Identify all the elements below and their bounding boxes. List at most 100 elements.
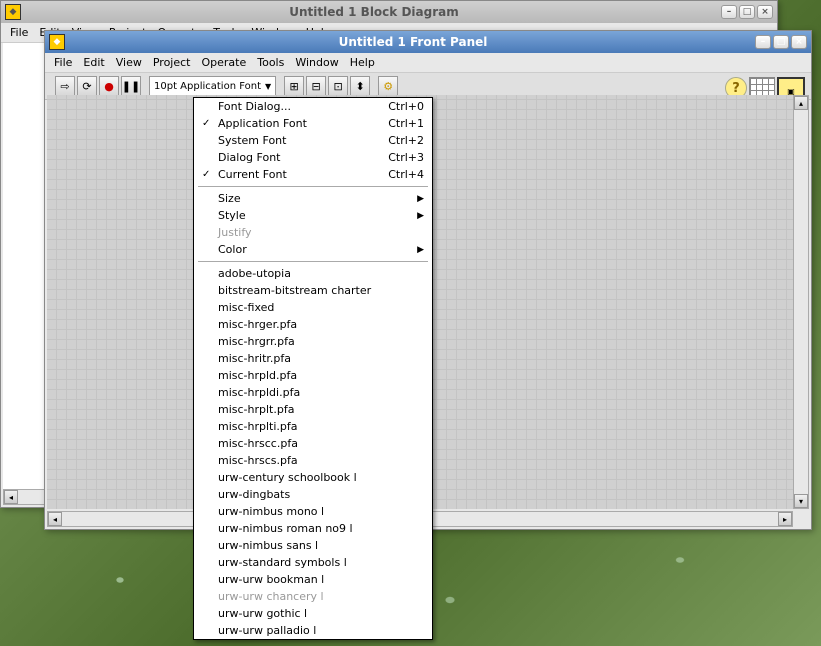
menu-item-label: misc-hritr.pfa bbox=[218, 352, 291, 365]
menu-item[interactable]: misc-hrscc.pfa bbox=[194, 435, 432, 452]
fp-menu-tools[interactable]: Tools bbox=[252, 55, 289, 70]
menu-item-label: misc-hrgrr.pfa bbox=[218, 335, 295, 348]
menu-item[interactable]: urw-urw palladio l bbox=[194, 622, 432, 639]
fp-app-icon: ◆ bbox=[49, 34, 65, 50]
bd-close-button[interactable]: × bbox=[757, 5, 773, 19]
menu-item[interactable]: bitstream-bitstream charter bbox=[194, 282, 432, 299]
fp-minimize-button[interactable]: – bbox=[755, 35, 771, 49]
menu-item[interactable]: misc-fixed bbox=[194, 299, 432, 316]
submenu-arrow-icon: ▶ bbox=[417, 211, 424, 221]
menu-item-label: misc-hrscc.pfa bbox=[218, 437, 298, 450]
scroll-up-icon[interactable]: ▴ bbox=[794, 96, 808, 110]
menu-item[interactable]: Color ▶ bbox=[194, 241, 432, 258]
submenu-arrow-icon: ▶ bbox=[417, 245, 424, 255]
menu-item-label: Style bbox=[218, 209, 246, 222]
menu-shortcut: Ctrl+1 bbox=[368, 117, 424, 130]
run-button[interactable]: ⇨ bbox=[55, 76, 75, 96]
fp-menu-edit[interactable]: Edit bbox=[78, 55, 109, 70]
menu-item[interactable]: urw-dingbats bbox=[194, 486, 432, 503]
fp-menu-project[interactable]: Project bbox=[148, 55, 196, 70]
scroll-down-icon[interactable]: ▾ bbox=[794, 494, 808, 508]
menu-item-label: Dialog Font bbox=[218, 151, 280, 164]
resize-button[interactable]: ⊡ bbox=[328, 76, 348, 96]
menu-item-label: urw-urw chancery l bbox=[218, 590, 324, 603]
fp-maximize-button[interactable]: □ bbox=[773, 35, 789, 49]
reorder-button[interactable]: ⬍ bbox=[350, 76, 370, 96]
menu-item[interactable]: urw-century schoolbook l bbox=[194, 469, 432, 486]
fp-menu-window[interactable]: Window bbox=[290, 55, 343, 70]
menu-item[interactable]: Font Dialog... Ctrl+0 bbox=[194, 98, 432, 115]
menu-shortcut: Ctrl+2 bbox=[368, 134, 424, 147]
menu-item-label: misc-fixed bbox=[218, 301, 274, 314]
menu-item[interactable]: misc-hrplt.pfa bbox=[194, 401, 432, 418]
menu-item[interactable]: misc-hrscs.pfa bbox=[194, 452, 432, 469]
fp-menu-view[interactable]: View bbox=[111, 55, 147, 70]
menu-item[interactable]: Application Font Ctrl+1 bbox=[194, 115, 432, 132]
bd-app-icon: ◆ bbox=[5, 4, 21, 20]
menu-separator bbox=[198, 261, 428, 262]
fp-title: Untitled 1 Front Panel bbox=[71, 35, 755, 49]
fp-close-button[interactable]: × bbox=[791, 35, 807, 49]
fp-menu-help[interactable]: Help bbox=[345, 55, 380, 70]
menu-shortcut: Ctrl+0 bbox=[368, 100, 424, 113]
menu-item[interactable]: misc-hrgrr.pfa bbox=[194, 333, 432, 350]
scroll-left-icon[interactable]: ◂ bbox=[4, 490, 18, 504]
menu-item-label: System Font bbox=[218, 134, 286, 147]
scroll-left-icon[interactable]: ◂ bbox=[48, 512, 62, 526]
menu-item-label: Size bbox=[218, 192, 241, 205]
menu-item[interactable]: urw-urw bookman l bbox=[194, 571, 432, 588]
fp-titlebar[interactable]: ◆ Untitled 1 Front Panel – □ × bbox=[45, 31, 811, 53]
scroll-right-icon[interactable]: ▸ bbox=[778, 512, 792, 526]
menu-shortcut: Ctrl+3 bbox=[368, 151, 424, 164]
bd-maximize-button[interactable]: □ bbox=[739, 5, 755, 19]
submenu-arrow-icon: ▶ bbox=[417, 194, 424, 204]
fp-scroll-v[interactable]: ▴ ▾ bbox=[793, 95, 809, 509]
distribute-button[interactable]: ⊟ bbox=[306, 76, 326, 96]
menu-item-label: misc-hrplti.pfa bbox=[218, 420, 298, 433]
fp-menubar: File Edit View Project Operate Tools Win… bbox=[45, 53, 811, 73]
menu-item-label: misc-hrplt.pfa bbox=[218, 403, 294, 416]
bd-minimize-button[interactable]: – bbox=[721, 5, 737, 19]
font-selector[interactable]: 10pt Application Font ▼ bbox=[149, 76, 276, 96]
menu-item[interactable]: misc-hrpldi.pfa bbox=[194, 384, 432, 401]
menu-item-label: urw-century schoolbook l bbox=[218, 471, 357, 484]
menu-item[interactable]: misc-hrger.pfa bbox=[194, 316, 432, 333]
menu-item[interactable]: urw-standard symbols l bbox=[194, 554, 432, 571]
menu-item[interactable]: System Font Ctrl+2 bbox=[194, 132, 432, 149]
menu-item-label: Color bbox=[218, 243, 247, 256]
menu-item-label: urw-urw bookman l bbox=[218, 573, 324, 586]
align-button[interactable]: ⊞ bbox=[284, 76, 304, 96]
menu-item-label: misc-hrpld.pfa bbox=[218, 369, 297, 382]
bd-titlebar[interactable]: ◆ Untitled 1 Block Diagram – □ × bbox=[1, 1, 777, 23]
menu-item[interactable]: urw-nimbus mono l bbox=[194, 503, 432, 520]
menu-item-label: Application Font bbox=[218, 117, 307, 130]
menu-item-label: urw-urw gothic l bbox=[218, 607, 307, 620]
menu-item-label: urw-standard symbols l bbox=[218, 556, 347, 569]
abort-button[interactable]: ● bbox=[99, 76, 119, 96]
menu-shortcut: Ctrl+4 bbox=[368, 168, 424, 181]
menu-item[interactable]: misc-hritr.pfa bbox=[194, 350, 432, 367]
menu-item-label: misc-hrscs.pfa bbox=[218, 454, 298, 467]
settings-button[interactable]: ⚙ bbox=[378, 76, 398, 96]
menu-item[interactable]: Size ▶ bbox=[194, 190, 432, 207]
menu-item[interactable]: misc-hrpld.pfa bbox=[194, 367, 432, 384]
menu-item: urw-urw chancery l bbox=[194, 588, 432, 605]
run-continuous-button[interactable]: ⟳ bbox=[77, 76, 97, 96]
scroll-track[interactable] bbox=[794, 110, 808, 494]
menu-item-label: Justify bbox=[218, 226, 252, 239]
pause-button[interactable]: ❚❚ bbox=[121, 76, 141, 96]
menu-item-label: misc-hrpldi.pfa bbox=[218, 386, 300, 399]
menu-item[interactable]: misc-hrplti.pfa bbox=[194, 418, 432, 435]
menu-item[interactable]: Dialog Font Ctrl+3 bbox=[194, 149, 432, 166]
menu-item[interactable]: urw-nimbus sans l bbox=[194, 537, 432, 554]
menu-item[interactable]: urw-nimbus roman no9 l bbox=[194, 520, 432, 537]
bd-menu-file[interactable]: File bbox=[5, 25, 33, 40]
fp-menu-file[interactable]: File bbox=[49, 55, 77, 70]
fp-menu-operate[interactable]: Operate bbox=[196, 55, 251, 70]
menu-item[interactable]: adobe-utopia bbox=[194, 265, 432, 282]
menu-item[interactable]: urw-urw gothic l bbox=[194, 605, 432, 622]
menu-item-label: Font Dialog... bbox=[218, 100, 291, 113]
menu-item[interactable]: Current FontCtrl+4 bbox=[194, 166, 432, 183]
menu-item-label: urw-urw palladio l bbox=[218, 624, 316, 637]
menu-item[interactable]: Style ▶ bbox=[194, 207, 432, 224]
